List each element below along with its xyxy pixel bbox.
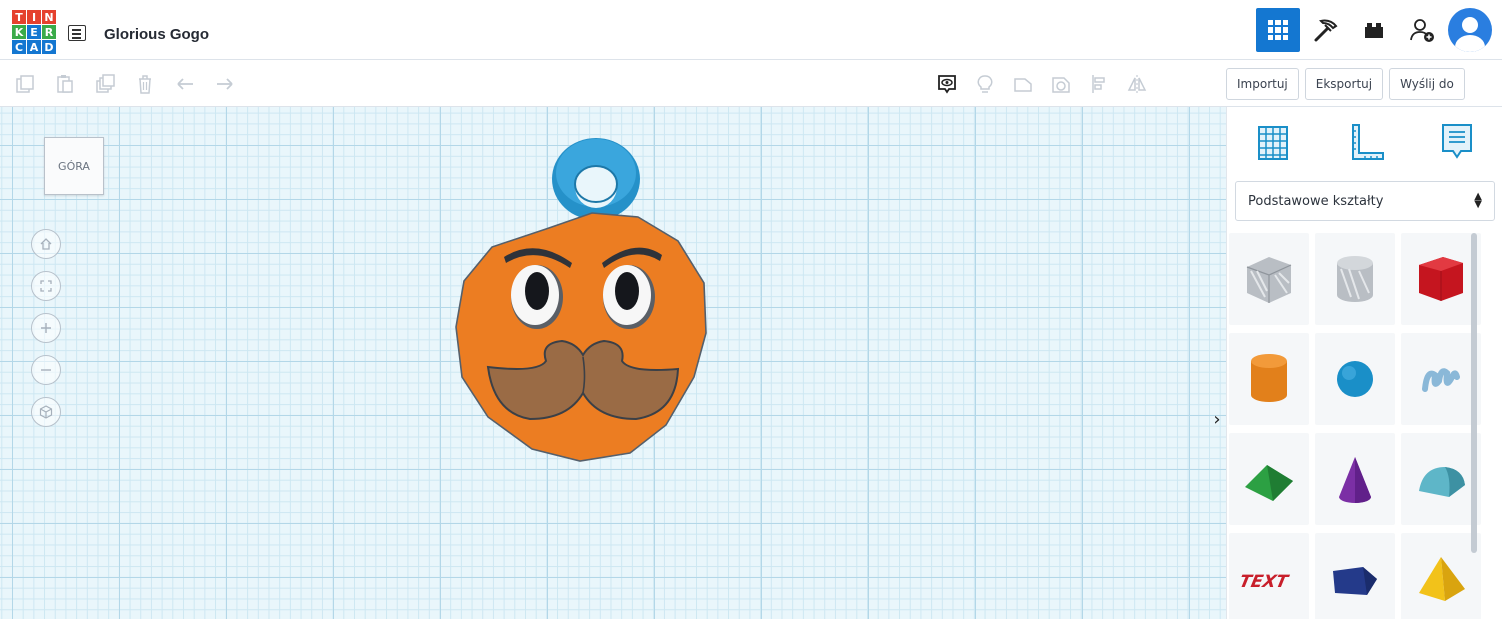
shape-icon[interactable] <box>1012 73 1034 95</box>
shape-text-label: TEXT <box>1237 572 1290 592</box>
logo-letter: K <box>12 25 26 39</box>
shape-box[interactable] <box>1401 233 1481 325</box>
shape-polygon[interactable] <box>1315 533 1395 619</box>
ortho-perspective-icon[interactable] <box>31 397 61 427</box>
logo-letter: C <box>12 40 26 54</box>
logo-letter: N <box>42 10 56 24</box>
brick-icon[interactable] <box>1352 8 1396 52</box>
face-disc[interactable] <box>455 212 707 462</box>
shape-text[interactable]: TEXT <box>1229 533 1309 619</box>
tinkercad-editor: T I N K E R C A D Glorious Gogo Importuj… <box>0 0 1502 619</box>
send-to-button[interactable]: Wyślij do <box>1389 67 1465 100</box>
mirror-icon[interactable] <box>1126 73 1148 95</box>
shape-roof[interactable] <box>1229 433 1309 525</box>
shape-round-roof[interactable] <box>1401 433 1481 525</box>
right-eye <box>603 265 655 329</box>
keyring-loop[interactable] <box>552 138 640 220</box>
shapes-panel: Podstawowe kształty ▲ ▼ TEXT <box>1226 107 1502 619</box>
avatar[interactable] <box>1448 8 1492 52</box>
light-bulb-icon[interactable] <box>974 73 996 95</box>
left-eye <box>511 265 563 329</box>
delete-icon[interactable] <box>134 73 156 95</box>
undo-icon[interactable] <box>174 73 196 95</box>
shape-pyramid[interactable] <box>1401 533 1481 619</box>
paste-icon[interactable] <box>54 73 76 95</box>
minecraft-pickaxe-icon[interactable] <box>1304 8 1348 52</box>
view-cube[interactable]: GÓRA <box>44 137 104 195</box>
shape-box-hole[interactable] <box>1229 233 1309 325</box>
top-right-nav <box>1256 8 1492 52</box>
redo-icon[interactable] <box>214 73 236 95</box>
logo-letter: I <box>27 10 41 24</box>
shape-scribble[interactable] <box>1401 333 1481 425</box>
logo-letter: T <box>12 10 26 24</box>
shape-cylinder-hole[interactable] <box>1315 233 1395 325</box>
top-bar: T I N K E R C A D Glorious Gogo <box>0 0 1502 60</box>
copy-icon[interactable] <box>14 73 36 95</box>
logo-letter: A <box>27 40 41 54</box>
collapse-panel-icon[interactable]: › <box>1208 407 1226 431</box>
shape-category-value: Podstawowe kształty <box>1248 193 1384 209</box>
keychain-model[interactable] <box>440 137 730 467</box>
align-icon[interactable] <box>1088 73 1110 95</box>
shape-cone[interactable] <box>1315 433 1395 525</box>
export-button[interactable]: Eksportuj <box>1304 67 1384 100</box>
show-notes-icon[interactable] <box>936 73 958 95</box>
select-arrows-icon: ▲ ▼ <box>1474 191 1482 210</box>
shape-cylinder[interactable] <box>1229 333 1309 425</box>
hole-icon[interactable] <box>1050 73 1072 95</box>
3d-design-grid-icon[interactable] <box>1256 8 1300 52</box>
edit-toolbar <box>0 61 1226 107</box>
logo-letter: R <box>42 25 56 39</box>
action-buttons: Importuj Eksportuj Wyślij do <box>1226 61 1502 107</box>
tinkercad-logo[interactable]: T I N K E R C A D <box>12 10 56 54</box>
design-list-icon[interactable] <box>68 25 86 41</box>
duplicate-icon[interactable] <box>94 73 116 95</box>
home-view-icon[interactable] <box>31 229 61 259</box>
logo-letter: E <box>27 25 41 39</box>
zoom-out-icon[interactable] <box>31 355 61 385</box>
shape-grid: TEXT <box>1229 233 1491 619</box>
workplane[interactable]: GÓRA › <box>0 107 1226 619</box>
zoom-in-icon[interactable] <box>31 313 61 343</box>
shape-category-select[interactable]: Podstawowe kształty ▲ ▼ <box>1235 181 1495 221</box>
workplane-grid-icon[interactable] <box>1253 121 1293 165</box>
design-title[interactable]: Glorious Gogo <box>104 26 209 43</box>
ruler-icon[interactable] <box>1345 121 1385 165</box>
panel-scrollbar[interactable] <box>1471 233 1477 553</box>
panel-tabs <box>1227 115 1502 171</box>
view-controls <box>31 229 61 427</box>
add-user-icon[interactable] <box>1400 8 1444 52</box>
shape-sphere[interactable] <box>1315 333 1395 425</box>
logo-letter: D <box>42 40 56 54</box>
import-button[interactable]: Importuj <box>1226 67 1299 100</box>
fit-view-icon[interactable] <box>31 271 61 301</box>
notes-icon[interactable] <box>1437 121 1477 165</box>
